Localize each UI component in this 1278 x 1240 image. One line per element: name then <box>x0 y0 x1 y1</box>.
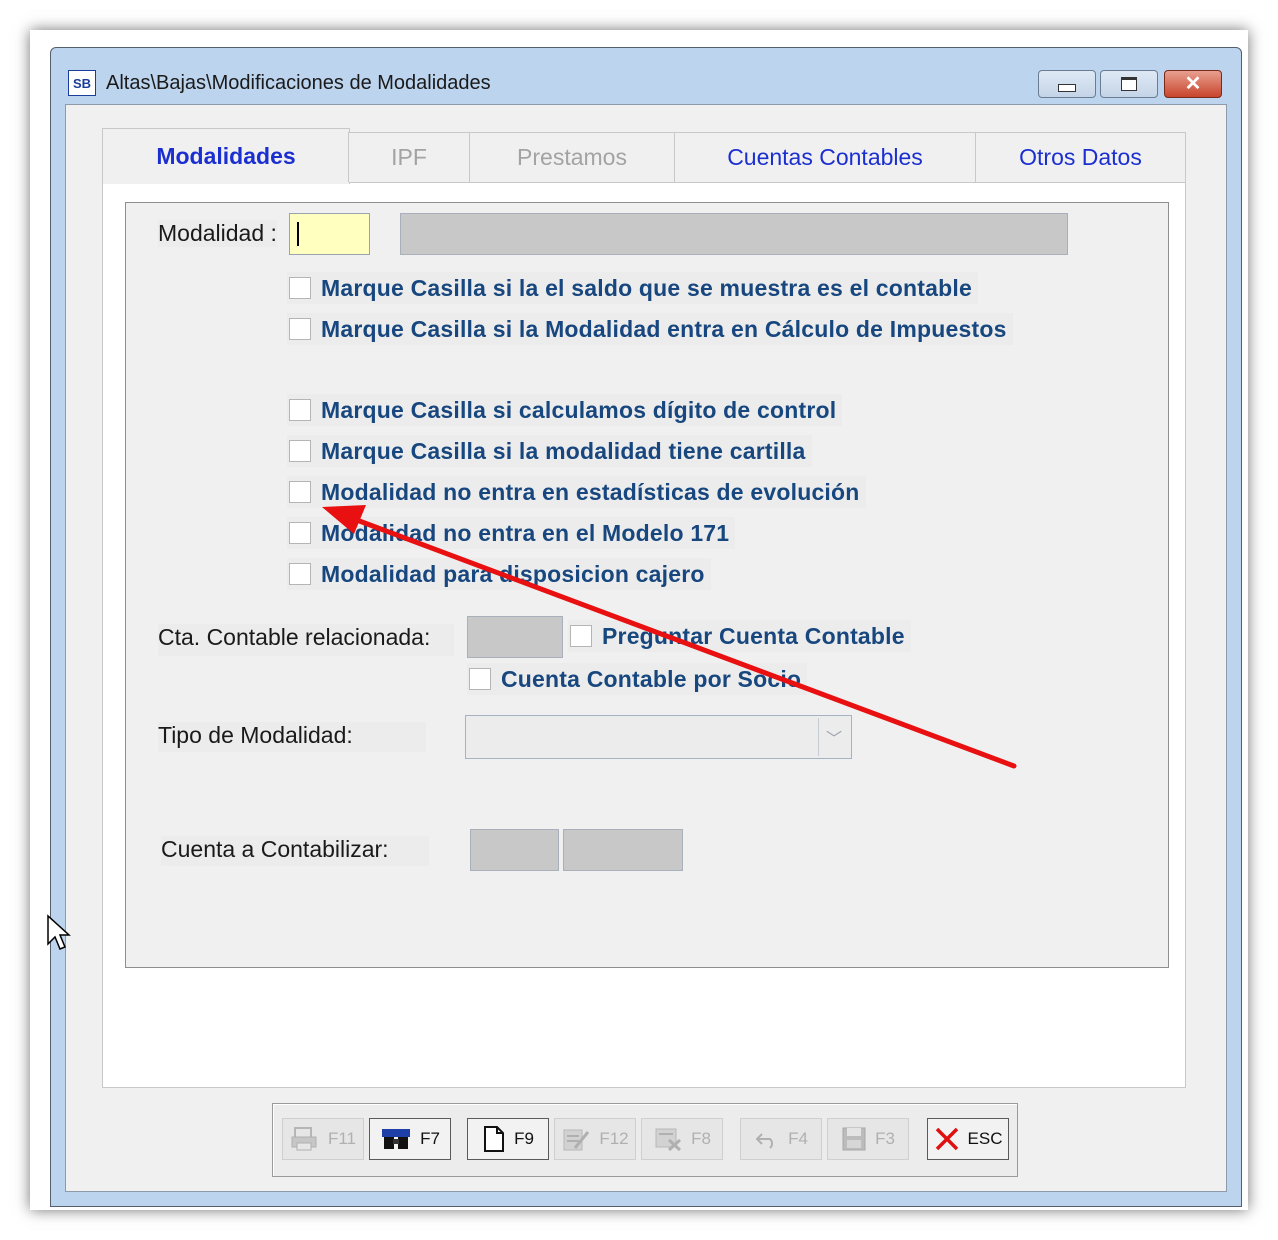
save-icon <box>842 1127 866 1151</box>
new-document-icon <box>484 1126 505 1152</box>
arrow-head <box>322 505 366 534</box>
edit-button[interactable]: F12 <box>554 1118 636 1160</box>
mouse-pointer-icon <box>47 914 71 950</box>
undo-button[interactable]: F4 <box>740 1118 822 1160</box>
exit-button[interactable]: ESC <box>927 1118 1009 1160</box>
delete-button-key: F8 <box>691 1129 711 1148</box>
printer-icon <box>291 1127 317 1151</box>
annotation-arrow <box>322 505 1017 769</box>
delete-record-icon <box>655 1128 682 1152</box>
undo-icon <box>755 1133 774 1149</box>
edit-button-key: F12 <box>599 1129 629 1148</box>
close-x-icon <box>935 1127 958 1151</box>
arrow-shaft <box>343 513 1017 769</box>
binoculars-icon <box>382 1129 411 1149</box>
save-button[interactable]: F3 <box>827 1118 909 1160</box>
exit-button-key: ESC <box>967 1129 1003 1148</box>
search-button-key: F7 <box>420 1129 440 1148</box>
undo-button-key: F4 <box>788 1129 808 1148</box>
print-button[interactable]: F11 <box>282 1118 364 1160</box>
print-button-key: F11 <box>327 1129 357 1148</box>
search-button[interactable]: F7 <box>369 1118 451 1160</box>
new-button[interactable]: F9 <box>467 1118 549 1160</box>
edit-document-icon <box>563 1129 590 1151</box>
save-button-key: F3 <box>875 1129 895 1148</box>
new-button-key: F9 <box>514 1129 534 1148</box>
delete-button[interactable]: F8 <box>641 1118 723 1160</box>
